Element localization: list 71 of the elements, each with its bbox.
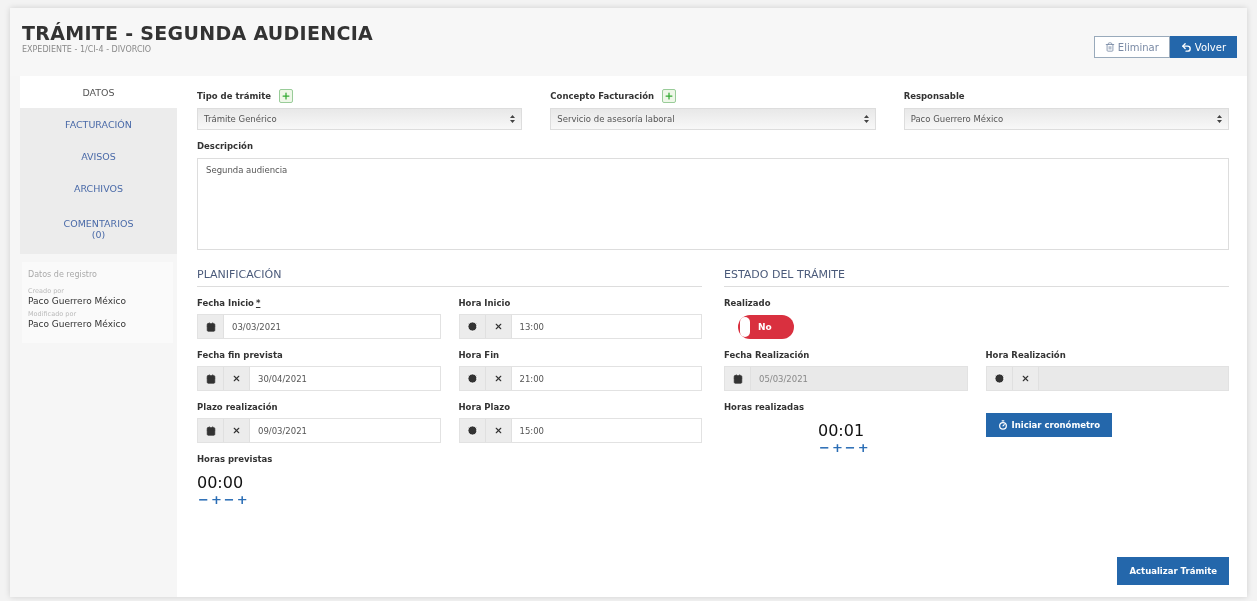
field-label: Hora Realización: [985, 349, 1067, 362]
clock-icon: [466, 321, 478, 332]
stepper-button[interactable]: −: [197, 494, 210, 506]
field-label: Fecha fin prevista: [197, 349, 284, 362]
back-button[interactable]: Volver: [1169, 36, 1237, 58]
field-label: Fecha Inicio *: [197, 297, 262, 310]
stepper-button[interactable]: +: [209, 494, 223, 506]
stepper-button[interactable]: −: [222, 494, 236, 506]
time-field[interactable]: 13:00: [458, 314, 702, 339]
field-label: Hora Plazo: [458, 401, 511, 414]
select-field[interactable]: Servicio de asesoría laboral: [550, 108, 876, 130]
registry-value: Paco Guerrero México: [28, 296, 127, 306]
sidebar-tab[interactable]: AVISOS: [20, 140, 177, 172]
sidebar-tab[interactable]: FACTURACIÓN: [20, 108, 177, 140]
field-label: Hora Fin: [458, 349, 501, 362]
field-label: Concepto Facturación: [550, 88, 876, 104]
calendar-icon: [205, 373, 216, 384]
sort-icon: [1217, 115, 1222, 123]
hours-value: 00:00: [197, 473, 244, 492]
select-field[interactable]: Trámite Genérico: [197, 108, 523, 130]
toggle-switch[interactable]: No: [738, 315, 794, 339]
stepper-button[interactable]: −: [843, 442, 857, 454]
clock-icon: [466, 425, 478, 436]
stepper-button[interactable]: +: [830, 442, 844, 454]
calendar-icon: [205, 425, 216, 436]
field-label: Realizado: [724, 297, 772, 310]
date-field[interactable]: 03/03/2021: [197, 314, 441, 339]
sidebar-tab[interactable]: COMENTARIOS (0): [20, 204, 177, 254]
clock-icon: [466, 373, 478, 384]
field-label: Hora Inicio: [458, 297, 512, 310]
sort-icon: [863, 115, 869, 123]
clear-icon[interactable]: [493, 426, 503, 435]
stepper-button[interactable]: +: [856, 442, 870, 454]
page-subtitle: EXPEDIENTE - 1/CI-4 - DIVORCIO: [22, 45, 153, 54]
clock-icon: [993, 373, 1005, 384]
section-title: ESTADO DEL TRÁMITE: [724, 268, 1229, 287]
time-field[interactable]: 21:00: [458, 366, 702, 391]
sidebar-tab[interactable]: ARCHIVOS: [20, 172, 177, 204]
registry-value: Paco Guerrero México: [28, 319, 127, 329]
date-field[interactable]: 30/04/2021: [197, 366, 441, 391]
undo-icon: [1180, 41, 1192, 53]
clear-icon[interactable]: [232, 374, 241, 383]
clear-icon[interactable]: [493, 322, 503, 331]
calendar-icon: [205, 321, 216, 332]
delete-button[interactable]: Eliminar: [1093, 36, 1170, 58]
registry-title: Datos de registro: [28, 270, 98, 279]
submit-button[interactable]: Actualizar Trámite: [1117, 557, 1229, 585]
field-label: Horas realizadas: [724, 401, 805, 414]
date-field[interactable]: 09/03/2021: [197, 418, 441, 443]
field-label: Plazo realización: [197, 401, 279, 414]
stepper-button[interactable]: −: [818, 442, 831, 454]
field-label: Responsable: [903, 90, 966, 103]
page-title: TRÁMITE - SEGUNDA AUDIENCIA: [22, 22, 374, 44]
clear-icon[interactable]: [232, 426, 241, 435]
trash-icon: [1104, 42, 1115, 52]
field-label: Horas previstas: [197, 453, 274, 466]
hours-value: 00:01: [818, 421, 865, 440]
clear-icon[interactable]: [493, 374, 503, 383]
sort-icon: [510, 115, 516, 123]
field-label: Fecha Realización: [724, 349, 811, 362]
description-field[interactable]: Segunda audiencia: [197, 158, 1229, 250]
sidebar-tab[interactable]: DATOS: [20, 76, 177, 108]
field-label: Descripción: [197, 140, 254, 153]
calendar-icon: [732, 373, 743, 384]
stepper-button[interactable]: +: [235, 494, 249, 506]
stopwatch-icon: [997, 420, 1008, 430]
timer-button[interactable]: Iniciar cronómetro: [985, 413, 1113, 437]
select-field[interactable]: Paco Guerrero México: [903, 108, 1229, 130]
section-title: PLANIFICACIÓN: [197, 268, 702, 287]
field-label: Tipo de trámite: [197, 88, 523, 104]
time-field[interactable]: 15:00: [458, 418, 702, 443]
